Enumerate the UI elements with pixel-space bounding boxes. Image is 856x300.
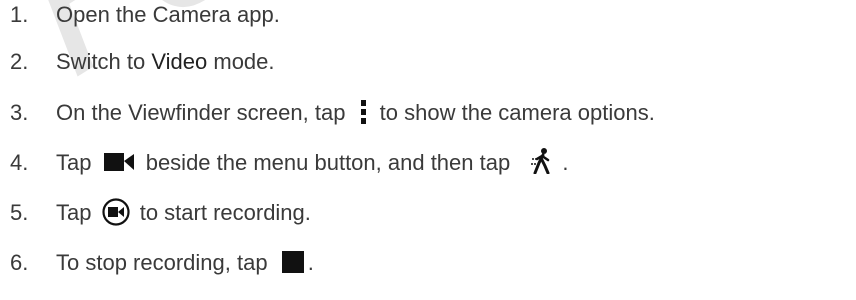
step-text: beside the menu button, and then tap [139, 150, 517, 175]
step-number: 5. [10, 200, 29, 225]
step-text: to start recording. [133, 200, 311, 225]
step-text: mode. [207, 49, 275, 74]
step-text: to show the camera options. [373, 100, 655, 125]
step-4: 4. Tap beside the menu button, and then t… [10, 148, 568, 178]
step-number: 6. [10, 250, 29, 275]
step-text: On the Viewfinder screen, tap [56, 100, 352, 125]
step-text: Switch to [56, 49, 152, 74]
step-number: 2. [10, 49, 29, 74]
record-button-icon [101, 198, 130, 226]
step-text: Tap [56, 150, 98, 175]
step-3: 3. On the Viewfinder screen, tap to show … [10, 98, 655, 128]
step-text: . [562, 150, 569, 175]
video-camera-icon [103, 153, 134, 172]
step-5: 5. Tap to start recording. [10, 198, 311, 228]
step-number: 1. [10, 2, 29, 27]
step-2: 2. Switch to Video mode. [10, 47, 275, 77]
step-text: Tap [56, 200, 98, 225]
step-6: 6. To stop recording, tap . [10, 248, 314, 278]
step-1: 1. Open the Camera app. [10, 0, 280, 30]
step-text: . [307, 250, 314, 275]
video-mode-label: Video [151, 49, 208, 74]
step-number: 3. [10, 100, 29, 125]
step-text: Open the Camera app. [56, 2, 280, 27]
vertical-menu-icon [358, 99, 368, 125]
step-text: To stop recording, tap [56, 250, 274, 275]
step-number: 4. [10, 150, 29, 175]
stop-icon [281, 251, 304, 274]
walking-person-icon [531, 148, 550, 175]
